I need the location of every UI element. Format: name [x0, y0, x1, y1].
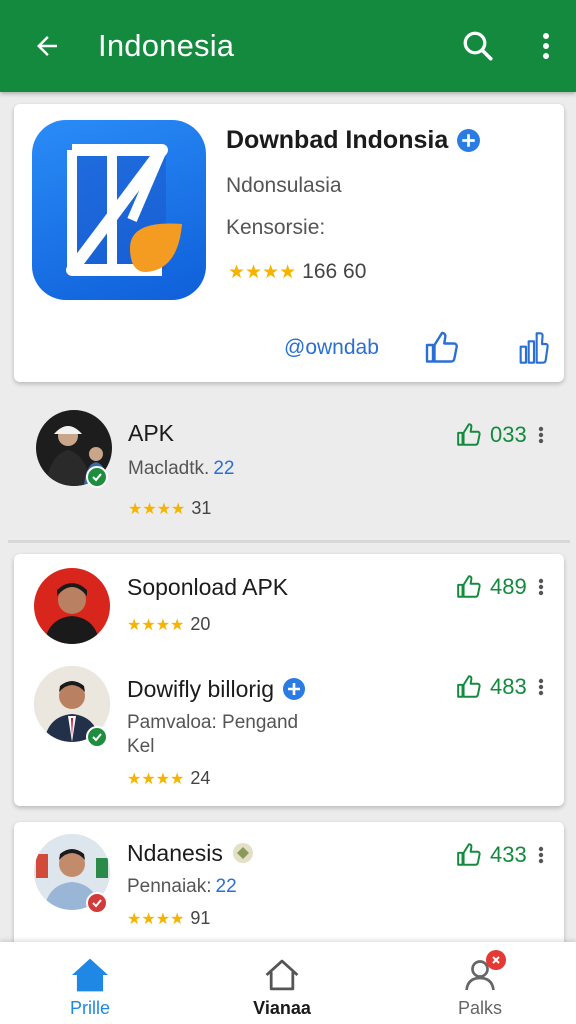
rating-value: 31	[191, 498, 212, 518]
like-count[interactable]: 489	[456, 574, 527, 600]
star-rating-icon: ★★★★	[228, 261, 297, 283]
list-item[interactable]: Dowifly billorig Pamvaloa: Pengand Kel ★…	[14, 658, 564, 804]
item-menu-button[interactable]	[536, 424, 546, 446]
item-meta-label: Pennaiak:	[127, 876, 212, 897]
item-rating: ★★★★ 20	[127, 614, 210, 635]
like-count-value: 033	[490, 422, 527, 447]
overflow-menu-button[interactable]	[534, 24, 558, 68]
more-vert-icon	[538, 678, 544, 696]
thumb-up-icon	[425, 331, 458, 363]
status-badge-icon	[86, 892, 108, 914]
list-card: Ndanesis Pennaiak: 22 ★★★★ 91 433	[14, 822, 564, 952]
more-vert-icon	[538, 846, 544, 864]
like-count-value: 489	[490, 574, 527, 599]
list-item[interactable]: APK Macladtk. 22 ★★★★ 31 033	[0, 398, 576, 538]
developer-handle-link[interactable]: @owndab	[284, 336, 379, 360]
stats-button[interactable]	[518, 330, 550, 366]
notification-badge-icon	[486, 950, 506, 970]
arrow-left-icon	[37, 36, 57, 56]
item-title-text: Dowifly billorig	[127, 676, 274, 702]
rating-value: 20	[190, 614, 211, 634]
star-rating-icon: ★★★★	[128, 500, 186, 518]
list-item[interactable]: Ndanesis Pennaiak: 22 ★★★★ 91 433	[14, 822, 564, 942]
rating-value: 91	[190, 908, 211, 928]
item-title: Dowifly billorig	[127, 676, 307, 703]
star-rating-icon: ★★★★	[127, 616, 185, 634]
verified-icon	[282, 677, 307, 702]
item-meta-number: 22	[213, 458, 235, 479]
like-count-value: 433	[490, 842, 527, 867]
item-rating: ★★★★ 31	[128, 498, 211, 519]
home-icon	[72, 958, 108, 992]
thumb-up-icon	[457, 843, 481, 866]
back-button[interactable]	[24, 23, 70, 69]
like-count[interactable]: 483	[456, 674, 527, 700]
bar-chart-like-icon	[519, 332, 549, 364]
like-count-value: 483	[490, 674, 527, 699]
thumb-up-icon	[457, 675, 481, 698]
search-button[interactable]	[456, 24, 500, 68]
search-icon	[463, 31, 493, 61]
verified-icon	[456, 128, 481, 153]
thumb-up-icon	[457, 575, 481, 598]
page-title: Indonesia	[98, 28, 235, 63]
like-count[interactable]: 433	[456, 842, 527, 868]
more-vert-icon	[538, 426, 544, 444]
bottom-navigation: Prille Vianaa Palks	[0, 942, 576, 1024]
more-vert-icon	[538, 578, 544, 596]
app-bar: Indonesia	[0, 0, 576, 92]
star-rating-icon: ★★★★	[127, 910, 185, 928]
like-count[interactable]: 033	[456, 422, 527, 448]
item-meta: Pennaiak: 22	[127, 876, 237, 898]
featured-app-card[interactable]: Downbad Indonsia Ndonsulasia Kensorsie: …	[14, 104, 564, 382]
list-item[interactable]: Soponload APK ★★★★ 20 489	[14, 554, 564, 652]
item-meta-line2: Kel	[127, 736, 155, 757]
list-card: Soponload APK ★★★★ 20 489 Dowifly billor…	[14, 554, 564, 806]
item-title: APK	[128, 420, 175, 446]
nav-label: Palks	[457, 998, 502, 1018]
item-rating: ★★★★ 24	[127, 768, 210, 789]
app-name: Downbad Indonsia	[226, 126, 481, 155]
thumb-up-icon	[457, 423, 481, 446]
item-title: Ndanesis	[127, 840, 256, 867]
leaf-badge-icon	[231, 841, 256, 866]
item-meta: Pamvaloa: Pengand	[127, 712, 299, 733]
item-title-text: Ndanesis	[127, 840, 223, 866]
rating-value: 24	[190, 768, 211, 788]
more-vert-icon	[543, 33, 549, 59]
app-subtitle: Ndonsulasia	[226, 174, 342, 197]
item-title: Soponload APK	[127, 574, 289, 600]
rating-value: 166 60	[302, 260, 367, 283]
item-meta-number: 22	[215, 876, 237, 897]
app-logo	[32, 120, 206, 300]
nav-label: Vianaa	[253, 998, 311, 1018]
item-rating: ★★★★ 91	[127, 908, 210, 929]
star-rating-icon: ★★★★	[127, 770, 185, 788]
like-button[interactable]	[424, 330, 460, 366]
item-meta-label: Macladtk.	[128, 458, 210, 479]
nav-item-home[interactable]: Prille	[30, 942, 150, 1024]
section-divider	[8, 540, 570, 543]
item-menu-button[interactable]	[536, 676, 546, 698]
home-outline-icon	[265, 959, 299, 991]
app-rating: ★★★★ 166 60	[228, 260, 366, 284]
nav-item-profile[interactable]: Palks	[420, 942, 540, 1024]
item-menu-button[interactable]	[536, 844, 546, 866]
nav-label: Prille	[69, 998, 110, 1018]
item-menu-button[interactable]	[536, 576, 546, 598]
nav-item-explore[interactable]: Vianaa	[222, 942, 342, 1024]
item-meta: Macladtk. 22	[128, 458, 234, 480]
verified-badge-icon	[86, 466, 108, 488]
verified-badge-icon	[86, 726, 108, 748]
avatar	[34, 568, 110, 644]
app-category: Kensorsie:	[226, 216, 326, 239]
